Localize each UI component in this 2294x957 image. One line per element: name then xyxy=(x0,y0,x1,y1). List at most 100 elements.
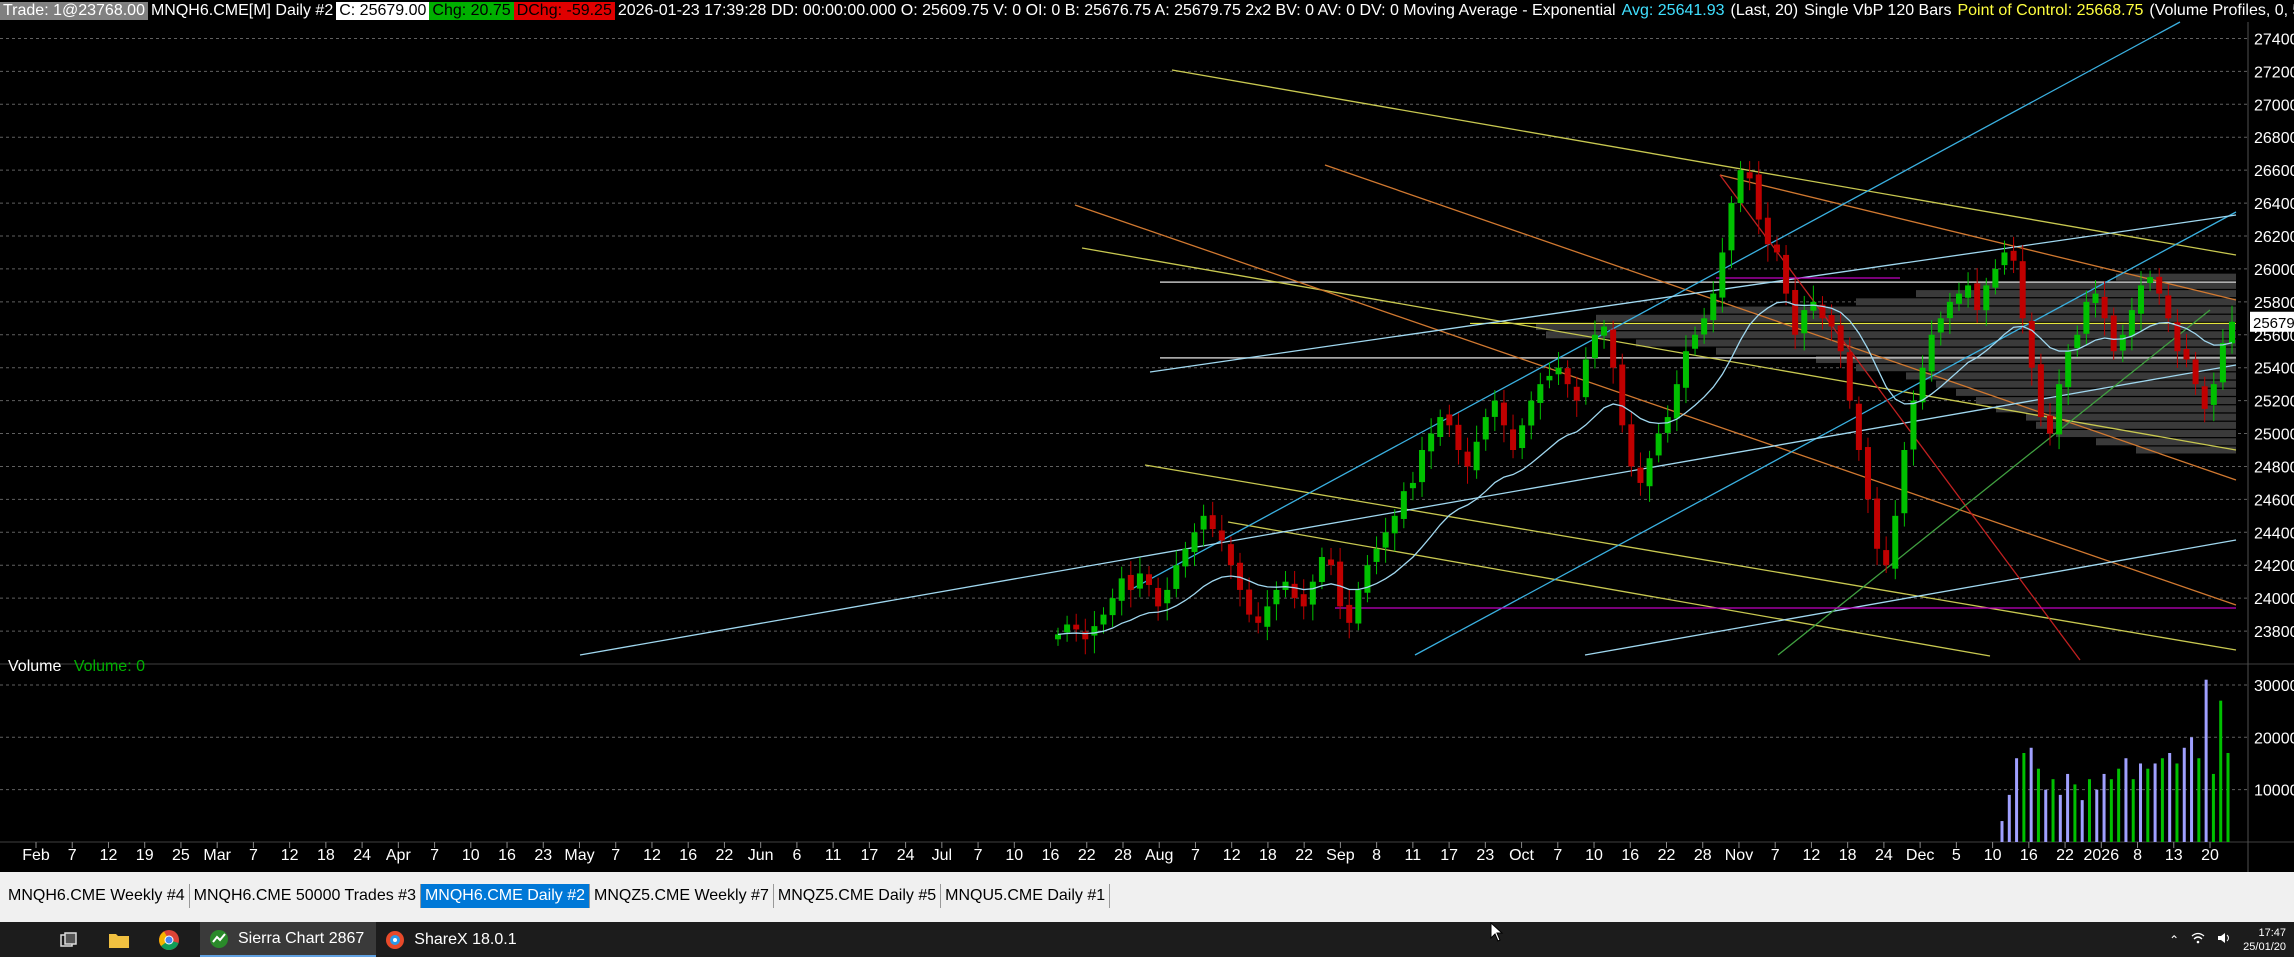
tab-2[interactable]: MNQH6.CME 50000 Trades #3 xyxy=(190,884,421,908)
volume-bar xyxy=(2073,784,2077,842)
candle-body xyxy=(1291,583,1298,599)
candle-body xyxy=(1300,594,1307,607)
candle-body xyxy=(1919,367,1926,403)
x-tick-label: 12 xyxy=(281,847,299,864)
file-explorer-button[interactable] xyxy=(100,922,150,957)
candle-body xyxy=(1409,482,1416,489)
volume-study-label: Volume Volume: 0 xyxy=(8,658,145,676)
candle-body xyxy=(1537,384,1544,403)
volume-profile-bar xyxy=(1976,281,2236,289)
x-tick-label: 19 xyxy=(136,847,154,864)
price-tick-label: 24800 xyxy=(2254,459,2294,476)
taskbar-sharex[interactable]: ShareX 18.0.1 xyxy=(376,922,528,957)
candle-body xyxy=(1955,293,1962,304)
candle-body xyxy=(1692,334,1699,349)
price-tick-label: 26600 xyxy=(2254,163,2294,180)
chart-header: Trade: 1@23768.00 MNQH6.CME[M] Daily #2 … xyxy=(0,0,2294,22)
candle-body xyxy=(1528,400,1535,426)
tab-3[interactable]: MNQH6.CME Daily #2 xyxy=(420,884,590,908)
x-tick-label: 17 xyxy=(860,847,878,864)
x-tick-label: Nov xyxy=(1725,847,1753,864)
candle-body xyxy=(1200,515,1207,530)
candle-body xyxy=(1309,581,1316,605)
chart-area[interactable]: 27400 27200 27000 26800 26600 26400 26200 26000… xyxy=(0,0,2294,872)
candle-body xyxy=(1419,450,1426,483)
volume-bar xyxy=(2182,747,2186,842)
x-tick-label: 10 xyxy=(1984,847,2002,864)
symbol-readout: MNQH6.CME[M] Daily #2 xyxy=(150,2,334,19)
x-tick-label: Jun xyxy=(748,847,774,864)
candle-body xyxy=(1318,557,1325,583)
volume-bar xyxy=(2051,779,2055,842)
candle-body xyxy=(1892,515,1899,569)
candle-body xyxy=(1837,325,1844,352)
x-tick-label: 22 xyxy=(716,847,734,864)
clock[interactable]: 17:47 25/01/20 xyxy=(2243,926,2286,954)
x-tick-label: 22 xyxy=(1295,847,1313,864)
x-tick-label: 18 xyxy=(1839,847,1857,864)
candle-body xyxy=(1100,614,1107,625)
x-tick-label: 12 xyxy=(1803,847,1821,864)
candle-body xyxy=(1855,403,1862,450)
chrome-button[interactable] xyxy=(150,922,200,957)
x-tick-label: 7 xyxy=(611,847,620,864)
volume-title: Volume xyxy=(8,658,62,675)
x-tick-label: Aug xyxy=(1145,847,1173,864)
x-tick-label: 12 xyxy=(1223,847,1241,864)
speaker-icon[interactable] xyxy=(2217,932,2231,947)
price-tick-label: 24000 xyxy=(2254,591,2294,608)
x-tick-label: 7 xyxy=(68,847,77,864)
start-area[interactable] xyxy=(0,922,50,957)
candle-body xyxy=(1146,574,1153,585)
candle-body xyxy=(1610,329,1617,368)
candle-body xyxy=(1346,604,1353,623)
volume-bar xyxy=(2095,789,2099,842)
volume-bar xyxy=(2153,763,2157,842)
windows-taskbar: Sierra Chart 2867 ShareX 18.0.1 ⌃ 17:47 … xyxy=(0,922,2294,957)
point-of-control-readout: Point of Control: 25668.75 xyxy=(1957,2,2144,19)
tab-5[interactable]: MNQZ5.CME Daily #5 xyxy=(774,884,942,908)
candle-body xyxy=(1382,532,1389,548)
tab-6[interactable]: MNQU5.CME Daily #1 xyxy=(941,884,1111,908)
sharex-label: ShareX 18.0.1 xyxy=(414,930,517,948)
candle-body xyxy=(2128,310,2135,337)
volume-bar xyxy=(2015,758,2019,842)
candle-body xyxy=(2065,351,2072,388)
candle-body xyxy=(1737,170,1744,204)
candle-body xyxy=(1582,359,1589,398)
candle-body xyxy=(1118,578,1125,601)
volume-bar xyxy=(2131,779,2135,842)
candle-body xyxy=(1500,402,1507,426)
candle-body xyxy=(1373,548,1380,562)
candlesticks xyxy=(1055,161,2235,655)
chevron-up-icon[interactable]: ⌃ xyxy=(2169,933,2179,947)
x-tick-label: 20 xyxy=(2201,847,2219,864)
sierra-chart-icon xyxy=(208,928,230,950)
price-tick-label: 27200 xyxy=(2254,64,2294,81)
candle-body xyxy=(2137,285,2144,314)
x-tick-label: 10 xyxy=(1005,847,1023,864)
tab-1[interactable]: MNQH6.CME Weekly #4 xyxy=(4,884,190,908)
volume-bar xyxy=(2058,794,2062,842)
x-tick-label: 7 xyxy=(1771,847,1780,864)
price-tick-label: 25400 xyxy=(2254,361,2294,378)
price-chart[interactable]: 27400 27200 27000 26800 26600 26400 26200 26000… xyxy=(0,0,2294,872)
volume-tick-label: 10000 xyxy=(2254,783,2294,800)
candle-body xyxy=(1227,544,1234,566)
candle-body xyxy=(1237,562,1244,590)
candle-body xyxy=(1937,318,1944,333)
volume-tick-label: 20000 xyxy=(2254,730,2294,747)
candle-body xyxy=(2110,315,2117,352)
volume-tick-label: 30000 xyxy=(2254,678,2294,695)
taskbar-sierra-chart[interactable]: Sierra Chart 2867 xyxy=(200,922,377,957)
wifi-icon[interactable] xyxy=(2191,932,2205,947)
x-tick-label: 5 xyxy=(1952,847,1961,864)
volume-bar xyxy=(2087,779,2091,842)
task-view-button[interactable] xyxy=(50,922,100,957)
price-tick-label: 23800 xyxy=(2254,624,2294,641)
candle-body xyxy=(1282,581,1289,590)
price-tick-label: 25200 xyxy=(2254,394,2294,411)
tab-4[interactable]: MNQZ5.CME Weekly #7 xyxy=(590,884,774,908)
x-tick-label: 24 xyxy=(353,847,371,864)
x-tick-label: 11 xyxy=(825,847,842,864)
